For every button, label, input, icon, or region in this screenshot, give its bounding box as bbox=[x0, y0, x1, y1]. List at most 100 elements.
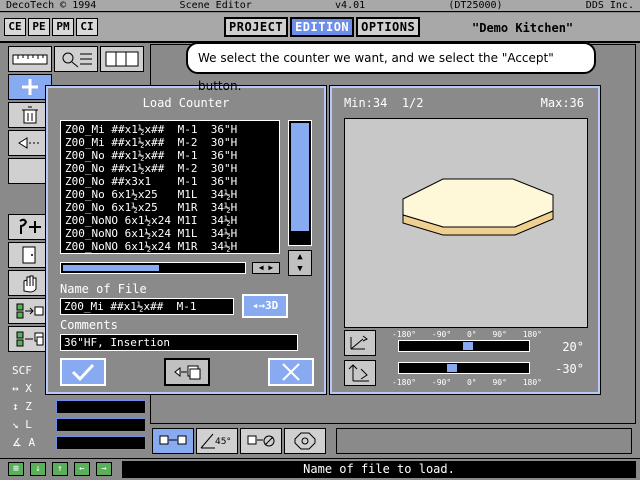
list-item[interactable]: Z00_No ##x3x1 M-1 36"H bbox=[65, 175, 275, 188]
mode-pm-button[interactable]: PM bbox=[52, 18, 74, 36]
angle-45-icon[interactable]: 45° bbox=[196, 428, 238, 454]
file-name-field[interactable]: Z00_Mi ##x1½x## M-1 bbox=[60, 298, 234, 315]
ruler-icon[interactable] bbox=[8, 46, 52, 72]
slider-knob[interactable] bbox=[447, 364, 457, 372]
cancel-button[interactable] bbox=[268, 358, 314, 386]
tick-label: 90° bbox=[492, 378, 507, 387]
rotate-vertical-icon[interactable] bbox=[344, 360, 376, 386]
preview-min: Min:34 1/2 bbox=[344, 96, 424, 110]
list-horizontal-scrollbar[interactable] bbox=[60, 262, 246, 274]
tick-label: -90° bbox=[431, 378, 452, 387]
list-item[interactable]: Z00_Mi ##x1½x## M-2 30"H bbox=[65, 136, 275, 149]
bottom-toolbar: 45° bbox=[150, 426, 636, 456]
scale-l-field[interactable] bbox=[56, 418, 146, 432]
load-to-scene-button[interactable] bbox=[164, 358, 210, 386]
comments-label: Comments bbox=[60, 318, 118, 332]
scale-label-z: ↕ Z bbox=[12, 400, 32, 413]
tick-label: 180° bbox=[522, 378, 542, 387]
arrow-right-icon[interactable]: → bbox=[96, 462, 112, 476]
slider-knob[interactable] bbox=[463, 342, 473, 350]
list-item[interactable]: Z00_No ##x1½x## M-1 36"H bbox=[65, 149, 275, 162]
tab-options[interactable]: OPTIONS bbox=[356, 17, 421, 37]
mode-ce-button[interactable]: CE bbox=[4, 18, 26, 36]
arrow-left-icon[interactable]: ← bbox=[74, 462, 90, 476]
name-of-file-label: Name of File bbox=[60, 282, 147, 296]
mode-buttons: CE PE PM CI bbox=[4, 18, 98, 36]
comments-field[interactable]: 36"HF, Insertion bbox=[60, 334, 298, 351]
list-item[interactable]: Z00_No 6x1½x25 M1L 34½H bbox=[65, 188, 275, 201]
tab-project[interactable]: PROJECT bbox=[224, 17, 289, 37]
close-icon bbox=[282, 363, 300, 381]
arrow-down-icon[interactable]: ↓ bbox=[30, 462, 46, 476]
arrow-3d-icon: ◂→ bbox=[251, 299, 265, 312]
counter-list[interactable]: Z00_Mi ##x1½x## M-1 36"H Z00_Mi ##x1½x##… bbox=[60, 120, 280, 254]
dialog-title: Load Counter bbox=[142, 96, 230, 110]
rotate-horizontal-icon[interactable] bbox=[344, 330, 376, 356]
accept-button[interactable] bbox=[60, 358, 106, 386]
status-bar: ⊞ ↓ ↑ ← → Name of file to load. bbox=[0, 458, 640, 480]
align-icon[interactable] bbox=[152, 428, 194, 454]
list-item[interactable]: Z00_No 6x1½x25 M1R 34½H bbox=[65, 201, 275, 214]
scroll-left-right-icon[interactable]: ◀ ▶ bbox=[252, 262, 280, 274]
status-message: Name of file to load. bbox=[122, 461, 636, 478]
page-indicator: 1/2 bbox=[401, 96, 424, 110]
counter-3d-preview bbox=[344, 118, 588, 328]
scale-a-field[interactable] bbox=[56, 436, 146, 450]
main-tabs: PROJECT EDITION OPTIONS bbox=[224, 17, 421, 37]
version-text: v4.01 bbox=[335, 0, 366, 11]
mode-ci-button[interactable]: CI bbox=[76, 18, 98, 36]
grid-status-icon[interactable]: ⊞ bbox=[8, 462, 24, 476]
tick-label: 0° bbox=[466, 330, 477, 339]
measure-icon[interactable] bbox=[54, 46, 98, 72]
horizontal-scroll-thumb[interactable] bbox=[63, 265, 159, 271]
rotation-slider-horizontal[interactable] bbox=[398, 340, 530, 352]
copyright-text: DecoTech © 1994 bbox=[6, 0, 97, 11]
rotation-angle-vertical: -30° bbox=[555, 362, 584, 376]
list-vertical-scrollbar[interactable] bbox=[288, 120, 312, 246]
tab-edition[interactable]: EDITION bbox=[290, 17, 355, 37]
max-height-text: Max:36 bbox=[540, 96, 584, 110]
tick-label: -180° bbox=[392, 330, 417, 339]
octagon-icon[interactable] bbox=[284, 428, 326, 454]
scale-label-x: ↔ X bbox=[12, 382, 32, 395]
tick-label: 90° bbox=[492, 330, 507, 339]
list-item[interactable]: Z00_NoNO 6x1½x24 M1L 34½H bbox=[65, 227, 275, 240]
scale-title: SCF bbox=[12, 364, 32, 377]
tick-label: -180° bbox=[392, 378, 417, 387]
vertical-scroll-thumb[interactable] bbox=[291, 123, 309, 231]
min-height-text: Min:34 bbox=[344, 96, 388, 110]
octagon-counter-shape bbox=[402, 178, 554, 236]
scale-label-l: ↘ L bbox=[12, 418, 32, 431]
title-bar: DecoTech © 1994 Scene Editor v4.01 (DT25… bbox=[0, 0, 640, 12]
preview-panel: Min:34 1/2 Max:36 -180° -90° 0° 90° 180°… bbox=[329, 85, 601, 395]
view-3d-button[interactable]: ◂→3D bbox=[242, 294, 288, 318]
tutorial-callout: We select the counter we want, and we se… bbox=[186, 42, 596, 93]
rotation-angle-horizontal: 20° bbox=[562, 340, 584, 354]
checkmark-icon bbox=[71, 363, 95, 382]
scroll-up-down-icon[interactable]: ▲ ▼ bbox=[288, 250, 312, 276]
arrow-up-icon[interactable]: ↑ bbox=[52, 462, 68, 476]
app-title: Scene Editor bbox=[179, 0, 252, 11]
rotation-ticks-top: -180° -90° 0° 90° 180° bbox=[392, 330, 542, 339]
list-item[interactable]: Z00_NoNO 6x1½x24 M1I 34½H bbox=[65, 214, 275, 227]
floorplan-icon[interactable] bbox=[100, 46, 144, 72]
project-name: "Demo Kitchen" bbox=[472, 21, 574, 35]
rotation-slider-vertical[interactable] bbox=[398, 362, 530, 374]
move-cancel-icon[interactable] bbox=[240, 428, 282, 454]
top-toolbar: CE PE PM CI PROJECT EDITION OPTIONS "Dem… bbox=[0, 13, 640, 43]
tick-label: 180° bbox=[522, 330, 542, 339]
list-item[interactable]: Z00_Mi ##x1½x## M-1 36"H bbox=[65, 123, 275, 136]
svg-text:45°: 45° bbox=[215, 437, 231, 447]
company-text: DDS Inc. bbox=[585, 0, 634, 11]
rotation-ticks-bottom: -180° -90° 0° 90° 180° bbox=[392, 378, 542, 387]
view-3d-label: 3D bbox=[265, 299, 279, 312]
list-item[interactable]: Z00_NoNO 6x1½x24 M1R 34½H bbox=[65, 240, 275, 253]
list-item[interactable]: Z00_No ##x1½x## M-2 30"H bbox=[65, 162, 275, 175]
scale-label-a: ∡ A bbox=[12, 436, 36, 449]
mode-pe-button[interactable]: PE bbox=[28, 18, 50, 36]
tick-label: 0° bbox=[466, 378, 477, 387]
bottom-empty-area bbox=[336, 428, 632, 454]
tick-label: -90° bbox=[431, 330, 452, 339]
scale-z-field[interactable] bbox=[56, 400, 146, 414]
arrow-stack-icon bbox=[174, 365, 201, 380]
